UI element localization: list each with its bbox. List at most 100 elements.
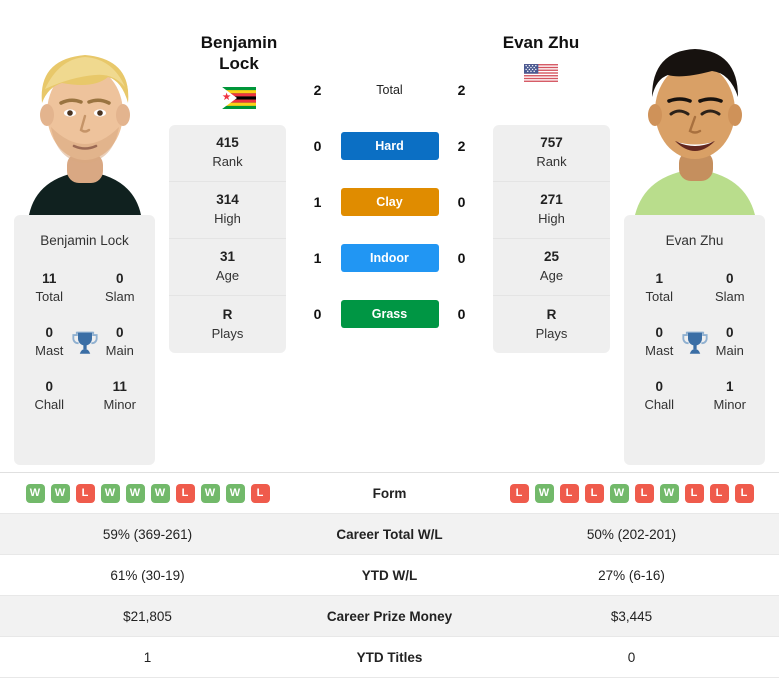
player-left-column: Benjamin Lock 11 Total 0 Slam 0 Mast 0 M… [0,0,169,465]
titles-slam: 0 Slam [85,262,156,314]
player-right-portrait-image [618,15,771,215]
titles-total: 1 Total [624,262,695,314]
form-badge-loss[interactable]: L [684,483,704,503]
surface-left-score: 1 [313,250,322,266]
titles-slam-value: 0 [725,271,734,286]
titles-minor-value: 1 [725,378,734,394]
surface-right-score: 0 [457,194,466,210]
titles-total-label: Total [35,289,63,305]
player-left-name-line2: Lock [219,53,259,73]
form-strip: WWLWWWLWWL [0,483,295,503]
stat-high: 314 High [169,182,286,239]
surface-badge-grass[interactable]: Grass [340,300,439,328]
table-label-career_wl: Career Total W/L [295,513,484,555]
stat-plays-value: R [222,306,233,322]
titles-slam-label: Slam [104,289,135,305]
table-cell-left-ytd_titles: 1 [0,636,295,678]
stat-rank-label: Rank [536,154,567,170]
table-row: 59% (369-261) Career Total W/L 50% (202-20… [0,513,779,555]
form-badge-win[interactable]: W [25,483,45,503]
usa-flag-icon [524,64,558,82]
surface-left-score: 0 [313,138,322,154]
form-badge-win[interactable]: W [100,483,120,503]
form-badge-win[interactable]: W [534,483,554,503]
stat-plays-value: R [546,306,557,322]
titles-total-value: 11 [42,271,57,286]
player-left-portrait-image [8,15,161,215]
stat-rank: 415 Rank [169,125,286,182]
player-right-name-line1: Evan Zhu [502,33,580,52]
player-left-photo [0,0,169,215]
stat-age-value: 25 [543,249,560,265]
form-badge-loss[interactable]: L [559,483,579,503]
form-badge-win[interactable]: W [659,483,679,503]
player-left-flag-holder [169,87,309,114]
form-badge-win[interactable]: W [150,483,170,503]
surface-left-score: 1 [313,194,322,210]
trophy-icon [70,328,100,358]
stat-high-label: High [214,211,241,227]
player-left-stats-column: 415 Rank 314 High 31 Age R Plays [169,125,286,353]
player-right-stats-column: 757 Rank 271 High 25 Age R Plays [493,125,610,353]
player-right-titles-grid: 1 Total 0 Slam 0 Mast 0 Main 0 Chall 1 M… [624,262,765,421]
stat-plays: R Plays [169,296,286,353]
player-right-name-heading: Evan Zhu [471,33,611,54]
titles-total-label: Total [645,289,673,305]
stat-age-label: Age [215,268,240,284]
surface-badge-hard[interactable]: Hard [340,132,439,160]
form-badge-loss[interactable]: L [509,483,529,503]
stat-rank-value: 757 [540,135,563,151]
surface-row-clay: 1 Clay 0 [286,174,493,230]
player-left-name-line1: Benjamin [200,33,278,52]
stat-rank: 757 Rank [493,125,610,182]
player-right-photo [610,0,779,215]
stat-age-label: Age [539,268,564,284]
titles-slam-label: Slam [714,289,745,305]
form-badge-win[interactable]: W [125,483,145,503]
table-cell-right-ytd_wl: 27% (6-16) [484,554,779,596]
stats-comparison-table: W W L W W W L W W L Form L W L L W L W L L L 59% (369-261) Car… [0,472,779,678]
table-cell-right-career_wl: 50% (202-201) [484,513,779,555]
table-cell-left-ytd_wl: 61% (30-19) [0,554,295,596]
form-badge-loss[interactable]: L [75,483,95,503]
titles-chall: 0 Chall [14,370,85,422]
titles-minor: 1 Minor [695,370,766,422]
titles-minor: 11 Minor [85,370,156,422]
form-badge-loss[interactable]: L [175,483,195,503]
form-badge-loss[interactable]: L [634,483,654,503]
table-row: 61% (30-19) YTD W/L 27% (6-16) [0,554,779,596]
player-comparison-page: Benjamin Lock 11 Total 0 Slam 0 Mast 0 M… [0,0,779,678]
table-label-ytd_wl: YTD W/L [295,554,484,596]
surface-badge-indoor[interactable]: Indoor [340,244,439,272]
form-badge-win[interactable]: W [225,483,245,503]
surface-right-score: 0 [457,250,466,266]
player-left-titles-grid: 11 Total 0 Slam 0 Mast 0 Main 0 Chall 11… [14,262,155,421]
titles-minor-value: 11 [112,378,127,394]
player-right-column: Evan Zhu 1 Total 0 Slam 0 Mast 0 Main 0 … [610,0,779,465]
player-right-card-name: Evan Zhu [665,233,724,248]
zimbabwe-flag-icon [222,87,256,109]
stat-plays-label: Plays [535,325,568,341]
stat-plays-label: Plays [211,325,244,341]
table-label-prize_money: Career Prize Money [295,595,484,637]
player-right-titles-card: Evan Zhu 1 Total 0 Slam 0 Mast 0 Main 0 … [624,215,765,465]
surface-badge-clay[interactable]: Clay [340,188,439,216]
titles-chall: 0 Chall [624,370,695,422]
stat-rank-value: 415 [216,135,239,151]
form-badge-win[interactable]: W [609,483,629,503]
form-badge-loss[interactable]: L [734,483,754,503]
player-left-card-name: Benjamin Lock [40,233,129,248]
stat-rank-label: Rank [212,154,243,170]
form-badge-loss[interactable]: L [709,483,729,503]
surface-list: 2 Total 2 0 Hard 2 1 Clay 0 1 Indoor 0 0 Grass 0 [286,0,493,342]
form-badge-win[interactable]: W [50,483,70,503]
form-badge-loss[interactable]: L [584,483,604,503]
table-row: W W L W W W L W W L Form L W L L W L W L L L [0,472,779,514]
titles-slam: 0 Slam [695,262,766,314]
table-cell-right-ytd_titles: 0 [484,636,779,678]
form-badge-win[interactable]: W [200,483,220,503]
form-badge-loss[interactable]: L [250,483,270,503]
stat-high-value: 271 [540,192,563,208]
titles-minor-label: Minor [713,396,746,412]
surface-row-grass: 0 Grass 0 [286,286,493,342]
